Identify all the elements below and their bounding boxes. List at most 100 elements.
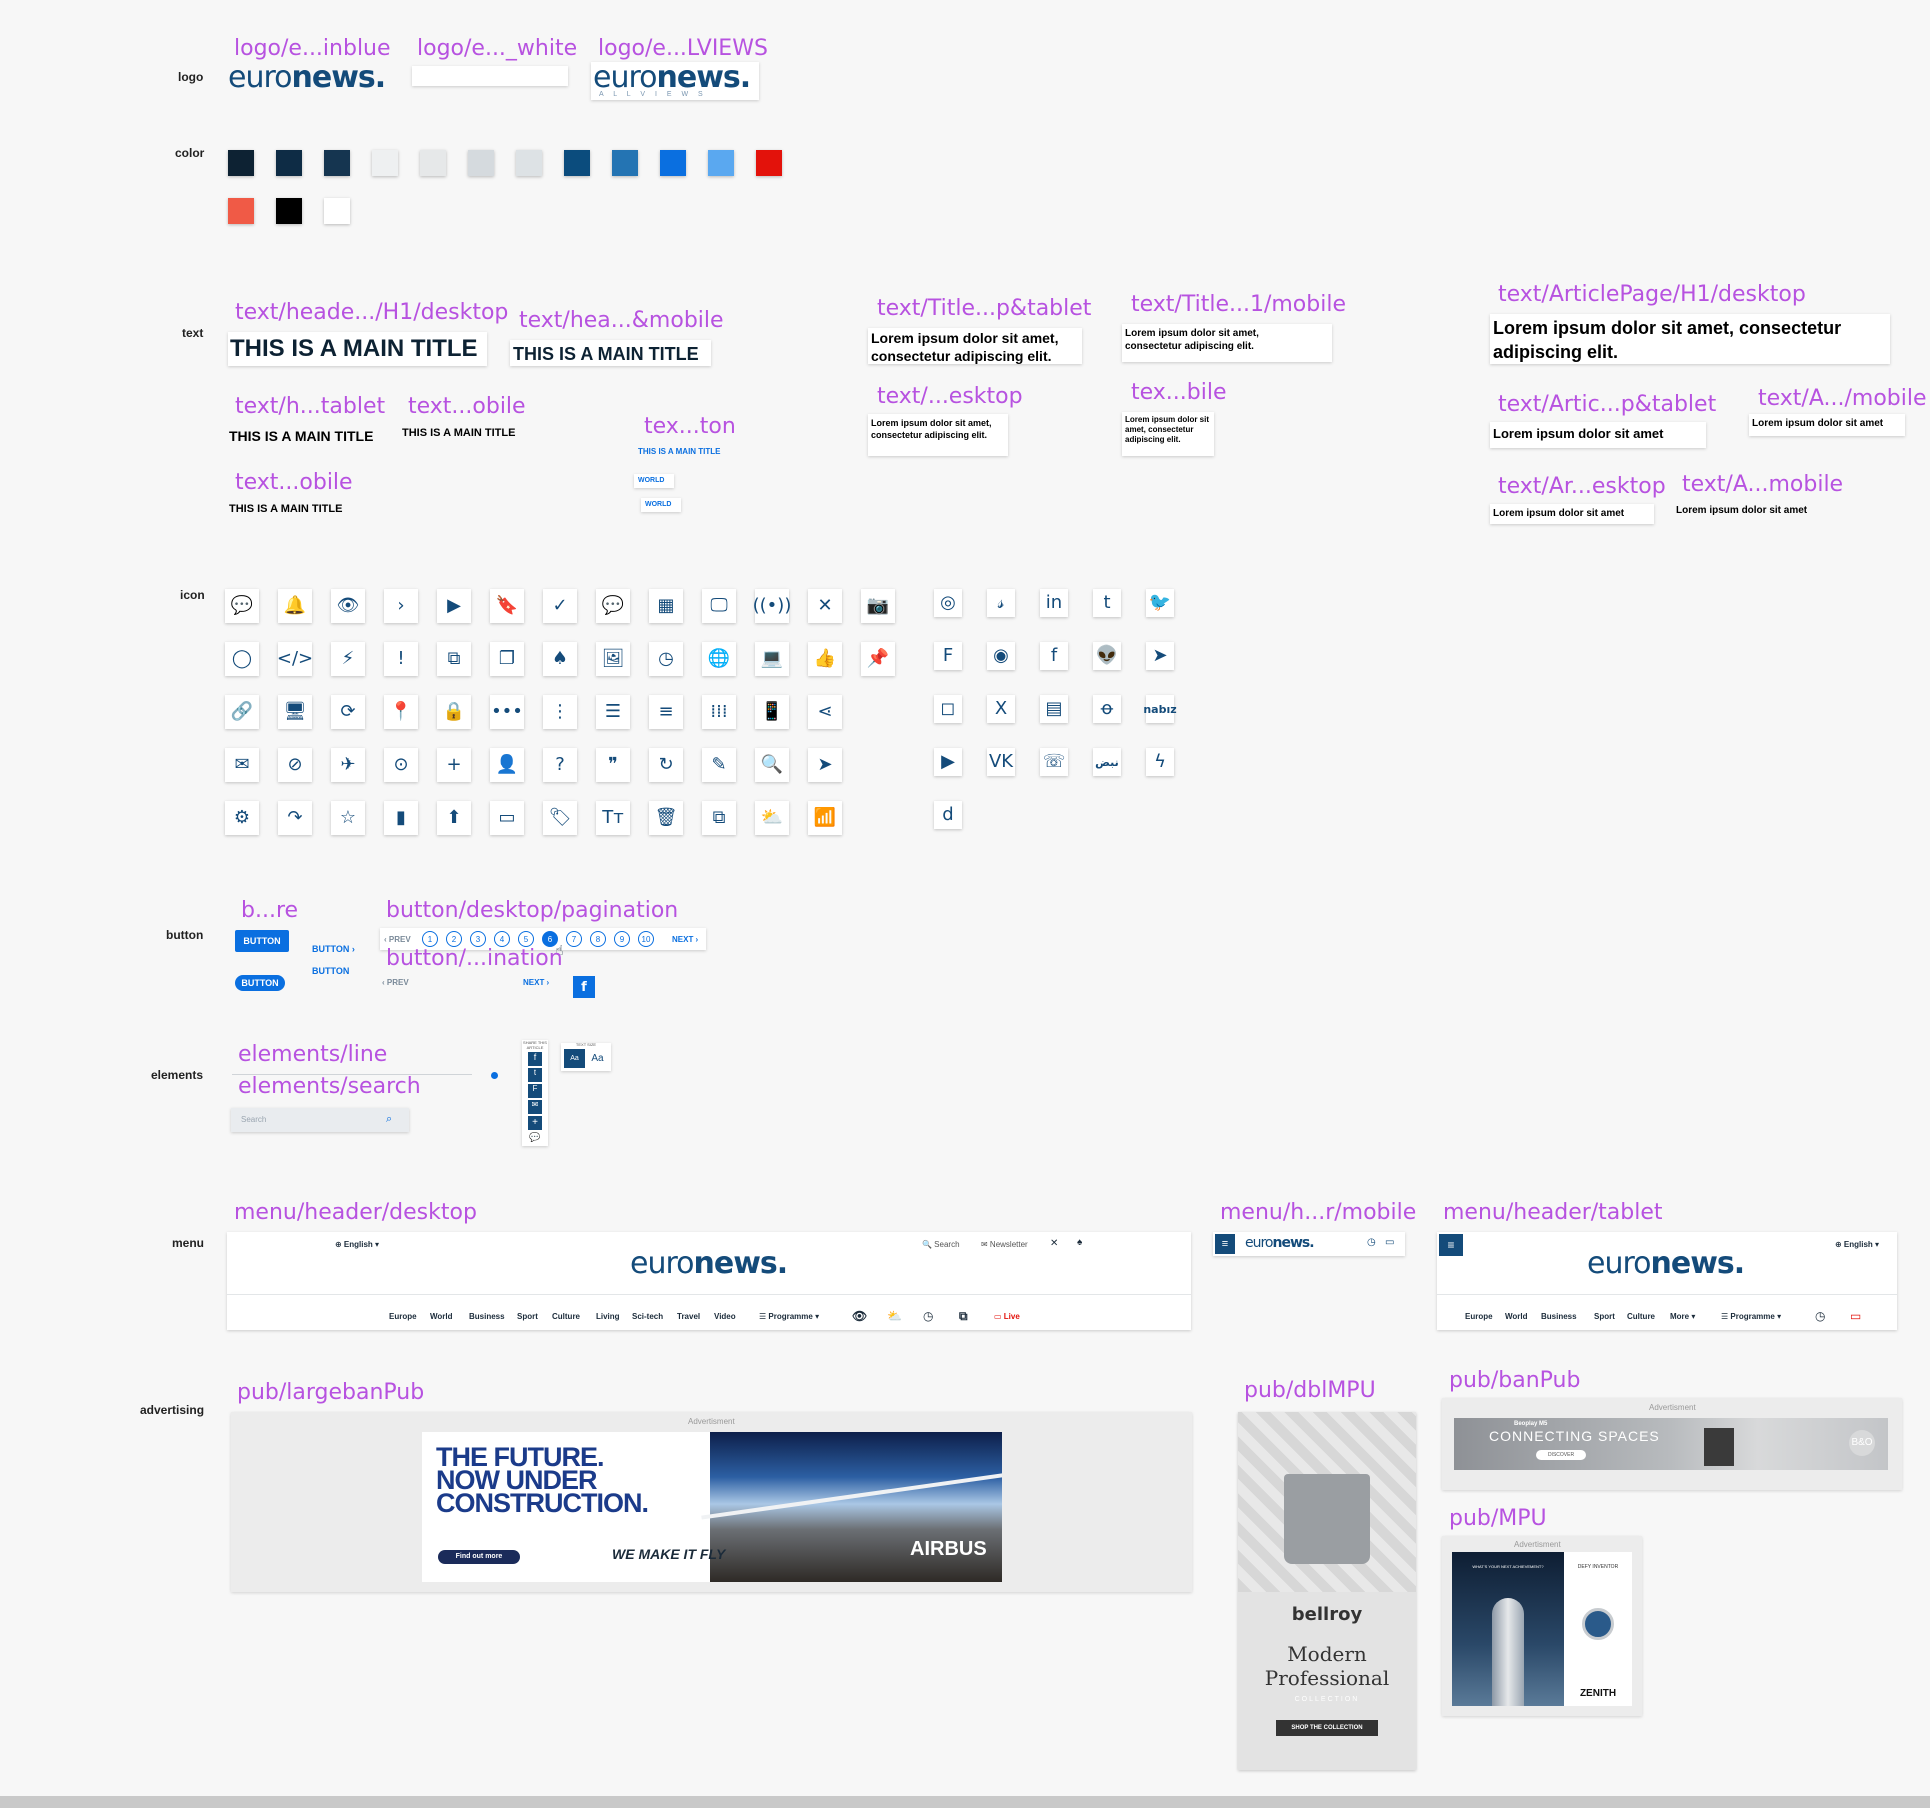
tablet-nav-item[interactable]: Europe xyxy=(1465,1312,1493,1321)
nav-item[interactable]: World xyxy=(430,1312,453,1321)
airbus-ad[interactable]: THE FUTURE. NOW UNDER CONSTRUCTION. Find… xyxy=(422,1432,1002,1582)
label-text-ton: tex...ton xyxy=(644,414,736,439)
link-button[interactable]: BUTTON xyxy=(312,966,349,976)
header-newsletter[interactable]: ✉ Newsletter xyxy=(981,1240,1028,1249)
header-x-icon[interactable]: ✕ xyxy=(1050,1238,1058,1249)
pub-dblmpu[interactable]: bellroy Modern Professional COLLECTION S… xyxy=(1238,1412,1416,1770)
mobile-clock-icon[interactable]: ◷ xyxy=(1367,1237,1376,1248)
tablet-language-selector[interactable]: ⊕ English ▾ xyxy=(1835,1240,1879,1249)
ui-icon: 🖵 xyxy=(702,589,736,623)
pagination-prev[interactable]: ‹ PREV xyxy=(384,935,411,944)
bo-ad[interactable]: Beoplay M5 CONNECTING SPACES DISCOVER B&… xyxy=(1454,1418,1888,1470)
tablet-nav-item[interactable]: World xyxy=(1505,1312,1528,1321)
nav-item[interactable]: Europe xyxy=(389,1312,417,1321)
pagination-page[interactable]: 5 xyxy=(518,931,534,947)
ui-icon: 🔒 xyxy=(437,695,471,729)
tablet-logo[interactable]: euronews. xyxy=(1587,1246,1745,1281)
tablet-nav-programme[interactable]: ☰ Programme ▾ xyxy=(1721,1312,1781,1321)
nav-item[interactable]: Travel xyxy=(677,1312,700,1321)
text-size-toggle: TEXT SIZE Aa Aa xyxy=(561,1042,611,1071)
label-pub-mpu: pub/MPU xyxy=(1449,1506,1547,1531)
ui-icon: 🖥 xyxy=(278,695,312,729)
pagination-next[interactable]: NEXT › xyxy=(672,935,698,944)
nav-clock-icon[interactable]: ◷ xyxy=(923,1309,933,1323)
nav-item[interactable]: Culture xyxy=(552,1312,580,1321)
pagination-page[interactable]: 8 xyxy=(590,931,606,947)
tablet-nav-item[interactable]: Culture xyxy=(1627,1312,1655,1321)
bo-cta[interactable]: DISCOVER xyxy=(1536,1450,1586,1460)
bellroy-cta[interactable]: SHOP THE COLLECTION xyxy=(1276,1720,1378,1736)
facebook-button-icon[interactable]: f xyxy=(573,976,595,998)
share-facebook-icon[interactable]: f xyxy=(528,1052,542,1066)
tablet-hamburger-icon[interactable]: ≡ xyxy=(1439,1234,1463,1256)
ui-icon: 📷 xyxy=(861,589,895,623)
nav-item[interactable]: Sport xyxy=(517,1312,538,1321)
tablet-clock-icon[interactable]: ◷ xyxy=(1815,1309,1825,1323)
nav-programme[interactable]: ☰ Programme ▾ xyxy=(759,1312,819,1321)
link-button-arrow[interactable]: BUTTON › xyxy=(312,944,355,954)
header-search[interactable]: 🔍 Search xyxy=(922,1240,960,1249)
mobile-hamburger-icon[interactable]: ≡ xyxy=(1215,1234,1235,1254)
pub-banpub: Advertisment Beoplay M5 CONNECTING SPACE… xyxy=(1442,1398,1902,1490)
tablet-live-icon[interactable]: ▭ xyxy=(1850,1309,1861,1323)
nav-item[interactable]: Business xyxy=(469,1312,505,1321)
bottom-scrollbar[interactable] xyxy=(0,1796,1930,1808)
search-input[interactable]: Search xyxy=(241,1115,266,1124)
mobile-tv-icon[interactable]: ▭ xyxy=(1385,1237,1394,1248)
pagination-page[interactable]: 3 xyxy=(470,931,486,947)
social-icon: ◻ xyxy=(934,695,962,723)
color-swatch xyxy=(324,198,350,224)
nav-eye-icon[interactable]: 👁 xyxy=(852,1309,867,1323)
ui-icon: 👍 xyxy=(808,642,842,676)
primary-button[interactable]: BUTTON xyxy=(235,930,289,952)
share-comment-icon[interactable]: 💬 xyxy=(528,1132,542,1144)
pagination-page[interactable]: 1 xyxy=(422,931,438,947)
pagination-page[interactable]: 7 xyxy=(566,931,582,947)
mobile-logo[interactable]: euronews. xyxy=(1245,1235,1315,1251)
social-icon: nabız xyxy=(1143,695,1177,723)
ui-icon: ✕ xyxy=(808,589,842,623)
pagination-page[interactable]: 4 xyxy=(494,931,510,947)
tablet-nav-item[interactable]: Business xyxy=(1541,1312,1577,1321)
tablet-nav-item[interactable]: Sport xyxy=(1594,1312,1615,1321)
sample-h-mobile-small: THIS IS A MAIN TITLE xyxy=(402,427,516,439)
nav-copy-icon[interactable]: ⧉ xyxy=(959,1309,968,1324)
search-box[interactable]: Search ⌕ xyxy=(231,1108,409,1132)
ui-icon: › xyxy=(384,589,418,623)
pagination-page[interactable]: 9 xyxy=(614,931,630,947)
header-logo[interactable]: euronews. xyxy=(630,1246,788,1281)
nav-weather-icon[interactable]: ⛅ xyxy=(887,1309,902,1323)
header-spade-icon[interactable]: ♠ xyxy=(1077,1237,1082,1248)
nav-item[interactable]: Sci-tech xyxy=(632,1312,663,1321)
sample-article-mobile-small: Lorem ipsum dolor sit amet xyxy=(1676,505,1808,516)
search-icon[interactable]: ⌕ xyxy=(386,1113,392,1126)
text-size-large-button[interactable]: Aa xyxy=(587,1049,608,1068)
label-logo-allviews: logo/e...LVIEWS xyxy=(598,36,768,61)
tablet-nav-item[interactable]: More ▾ xyxy=(1670,1312,1695,1321)
share-mail-icon[interactable]: ✉ xyxy=(528,1100,542,1114)
share-flipboard-icon[interactable]: F xyxy=(528,1084,542,1098)
ui-icon: ◷ xyxy=(649,642,683,676)
airbus-cta[interactable]: Find out more xyxy=(438,1550,520,1564)
ui-icon: ▦ xyxy=(649,589,683,623)
pagination-mobile-prev[interactable]: ‹ PREV xyxy=(382,978,409,987)
pagination-mobile-next[interactable]: NEXT › xyxy=(523,978,549,987)
pagination-page[interactable]: 2 xyxy=(446,931,462,947)
sample-article-mobile: Lorem ipsum dolor sit amet xyxy=(1749,414,1905,436)
nav-item[interactable]: Video xyxy=(714,1312,736,1321)
pagination-page[interactable]: 10 xyxy=(638,931,654,947)
pill-button[interactable]: BUTTON xyxy=(235,975,285,991)
nav-item[interactable]: Living xyxy=(596,1312,620,1321)
share-twitter-icon[interactable]: t xyxy=(528,1068,542,1082)
share-more-icon[interactable]: + xyxy=(528,1116,542,1130)
social-icon: 𝓈 xyxy=(987,589,1015,617)
text-size-small-button[interactable]: Aa xyxy=(564,1049,585,1068)
section-color: color xyxy=(175,146,205,160)
social-icon: ◉ xyxy=(987,642,1015,670)
color-swatch xyxy=(228,150,254,176)
zenith-ad[interactable]: WHAT'S YOUR NEXT ACHIEVEMENT? DEFY INVEN… xyxy=(1452,1552,1632,1706)
sample-text-bile: Lorem ipsum dolor sit amet, consectetur … xyxy=(1122,412,1214,456)
nav-live[interactable]: ▭ Live xyxy=(994,1312,1020,1321)
label-logo-inblue: logo/e...inblue xyxy=(234,36,391,61)
language-selector[interactable]: ⊕ English ▾ xyxy=(335,1240,379,1249)
